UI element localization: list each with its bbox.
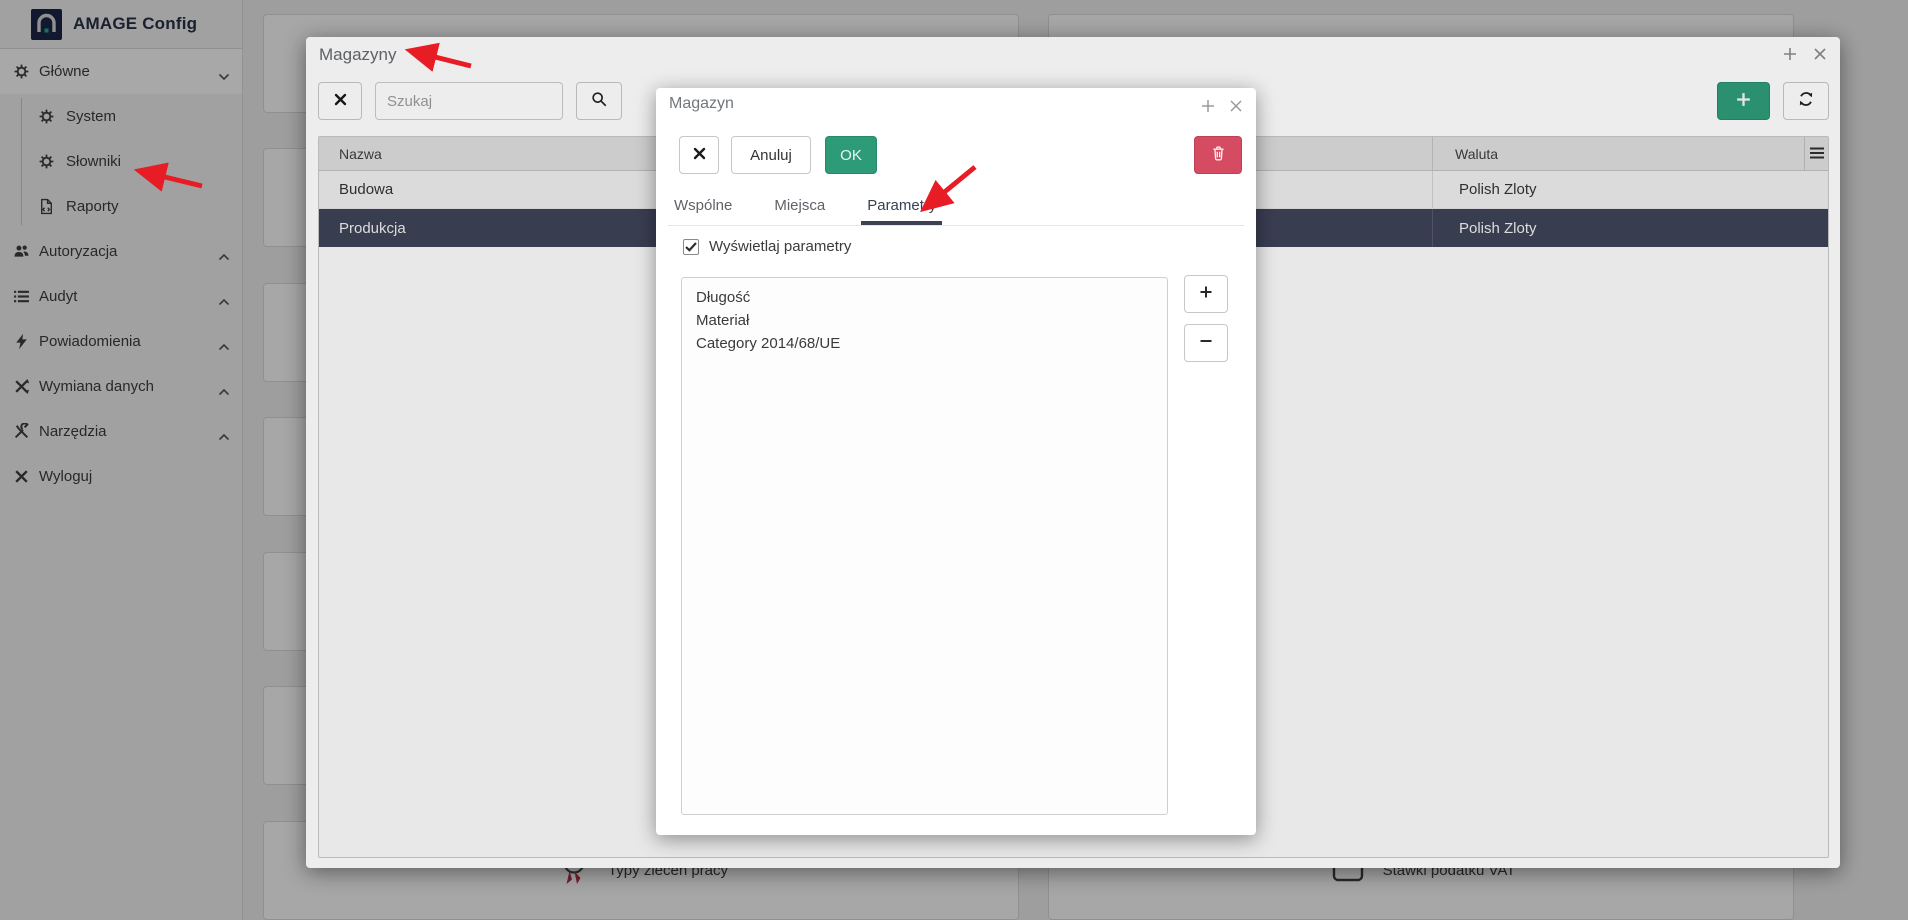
plus-icon [1198, 284, 1214, 304]
tab-miejsca[interactable]: Miejsca [768, 191, 831, 225]
tab-parametry[interactable]: Parametry [861, 191, 942, 225]
screen: AMAGE Config Główne System [0, 0, 1908, 920]
magazyn-window: Magazyn Anuluj OK Wspólne Miejsca Parame… [656, 88, 1256, 835]
remove-parameter-button[interactable] [1184, 324, 1228, 362]
parameter-item[interactable]: Długość [696, 286, 1153, 309]
window-add-icon[interactable] [1200, 98, 1216, 114]
checkbox-checked-icon[interactable] [683, 239, 699, 255]
magazyn-tabs: Wspólne Miejsca Parametry [668, 191, 942, 225]
close-form-button[interactable] [679, 136, 719, 174]
cancel-button[interactable]: Anuluj [731, 136, 811, 174]
trash-icon [1210, 144, 1227, 166]
delete-button[interactable] [1194, 136, 1242, 174]
add-parameter-button[interactable] [1184, 275, 1228, 313]
x-icon [692, 146, 707, 165]
parameter-item[interactable]: Materiał [696, 309, 1153, 332]
window-close-icon[interactable] [1228, 98, 1244, 114]
tab-separator [668, 225, 1244, 226]
window-title: Magazyn [669, 95, 734, 113]
tab-wspolne[interactable]: Wspólne [668, 191, 738, 225]
show-parameters-checkbox-row[interactable]: Wyświetlaj parametry [683, 238, 851, 255]
minus-icon [1198, 333, 1214, 353]
ok-button[interactable]: OK [825, 136, 877, 174]
checkbox-label: Wyświetlaj parametry [709, 238, 851, 255]
parameter-item[interactable]: Category 2014/68/UE [696, 332, 1153, 355]
magazyn-toolbar: Anuluj OK [656, 136, 1256, 174]
parameter-list[interactable]: Długość Materiał Category 2014/68/UE [681, 277, 1168, 815]
